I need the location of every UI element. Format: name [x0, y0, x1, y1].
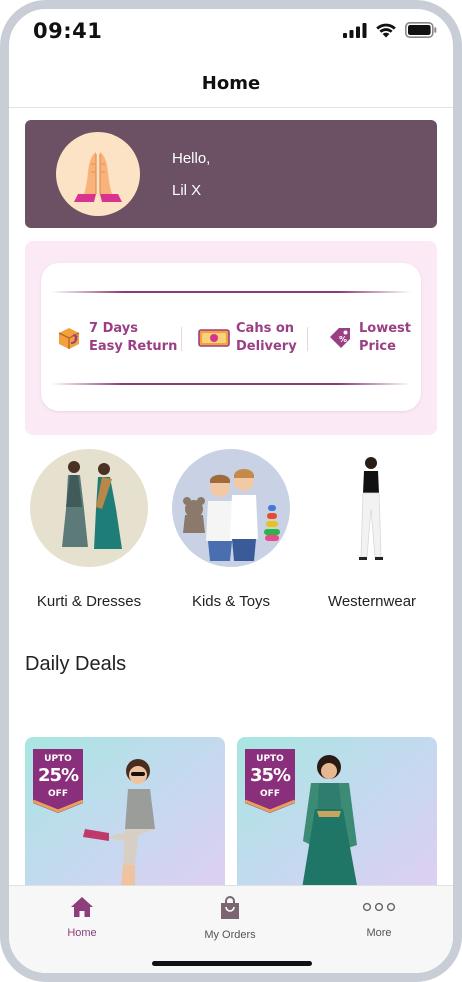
- namaste-hands-icon: [74, 152, 122, 202]
- kids-with-toys-image: [183, 469, 280, 561]
- category-westernwear-label[interactable]: Westernwear: [312, 593, 432, 610]
- daily-deals-title: Daily Deals: [25, 653, 127, 675]
- woman-westernwear-image: [359, 457, 383, 560]
- page-title: Home: [201, 73, 261, 94]
- cash-icon: [198, 329, 230, 347]
- greeting-hello: Hello,: [172, 150, 211, 167]
- category-westernwear[interactable]: Westernwear: [312, 449, 432, 610]
- divider: [307, 327, 308, 351]
- home-icon[interactable]: [70, 896, 94, 918]
- wifi-icon: [376, 23, 396, 38]
- benefit-easy-return-line1: 7 Days: [89, 321, 138, 336]
- deal-card[interactable]: UPTO 25% OFF: [25, 737, 225, 907]
- shopping-bag-icon[interactable]: [219, 896, 241, 920]
- women-ethnic-image: [62, 461, 122, 549]
- benefit-easy-return: 7 Days Easy Return: [55, 320, 177, 356]
- benefit-cod-line1: Cahs on: [236, 321, 295, 336]
- benefits-banner: 7 Days Easy Return Cahs on Delivery % Lo…: [25, 241, 437, 435]
- woman-ethnicwear-image: [299, 755, 361, 907]
- battery-icon: [405, 22, 437, 38]
- benefits-card: 7 Days Easy Return Cahs on Delivery % Lo…: [41, 263, 421, 411]
- status-bar: 09:41: [9, 9, 453, 63]
- benefit-cod-line2: Delivery: [236, 339, 297, 354]
- category-kurti-dresses[interactable]: Kurti & Dresses: [29, 449, 149, 610]
- benefit-lowest-price-line2: Price: [359, 339, 396, 354]
- tab-more-label[interactable]: More: [319, 927, 439, 939]
- price-tag-icon: %: [330, 328, 350, 348]
- benefit-lowest-price: % Lowest Price: [327, 320, 411, 356]
- greeting-card: Hello, Lil X: [25, 120, 437, 228]
- screen: 09:41 Home Hello, Lil X 7 Days Easy Retu…: [9, 9, 453, 973]
- navigation-bar: Home: [9, 63, 453, 108]
- benefit-easy-return-text: 7 Days Easy Return: [89, 320, 177, 356]
- category-westernwear-image[interactable]: [313, 449, 431, 567]
- tab-home[interactable]: Home: [22, 896, 142, 939]
- benefit-easy-return-line2: Easy Return: [89, 339, 178, 354]
- greeting-user-name: Lil X: [172, 182, 202, 199]
- category-kids-toys-image[interactable]: [172, 449, 290, 567]
- tab-bar: Home My Orders More: [9, 885, 453, 973]
- benefit-cod-text: Cahs on Delivery: [236, 320, 297, 356]
- more-dots-icon[interactable]: [362, 896, 396, 918]
- avatar[interactable]: [56, 132, 140, 216]
- phone-frame: 09:41 Home Hello, Lil X 7 Days Easy Retu…: [0, 0, 462, 982]
- cellular-signal-icon: [343, 22, 367, 38]
- box-return-icon: [58, 328, 80, 349]
- category-kurti-dresses-image[interactable]: [30, 449, 148, 567]
- benefit-lowest-price-line1: Lowest: [359, 321, 411, 336]
- status-time: 09:41: [33, 19, 103, 43]
- decorative-rule-top: [51, 291, 411, 293]
- tab-my-orders[interactable]: My Orders: [170, 896, 290, 941]
- category-kurti-dresses-label[interactable]: Kurti & Dresses: [29, 593, 149, 610]
- category-kids-toys[interactable]: Kids & Toys: [171, 449, 291, 610]
- home-indicator[interactable]: [152, 961, 312, 966]
- status-icons: [343, 22, 437, 38]
- benefit-cash-on-delivery: Cahs on Delivery: [198, 320, 297, 356]
- decorative-rule-bottom: [51, 383, 411, 385]
- divider: [181, 327, 182, 351]
- girl-kidswear-image: [83, 759, 155, 887]
- category-kids-toys-label[interactable]: Kids & Toys: [171, 593, 291, 610]
- tab-more[interactable]: More: [319, 896, 439, 939]
- benefit-lowest-price-text: Lowest Price: [359, 320, 411, 356]
- deal-card[interactable]: UPTO 35% OFF: [237, 737, 437, 907]
- tab-my-orders-label[interactable]: My Orders: [170, 929, 290, 941]
- tab-home-label[interactable]: Home: [22, 927, 142, 939]
- svg-text:%: %: [339, 335, 347, 344]
